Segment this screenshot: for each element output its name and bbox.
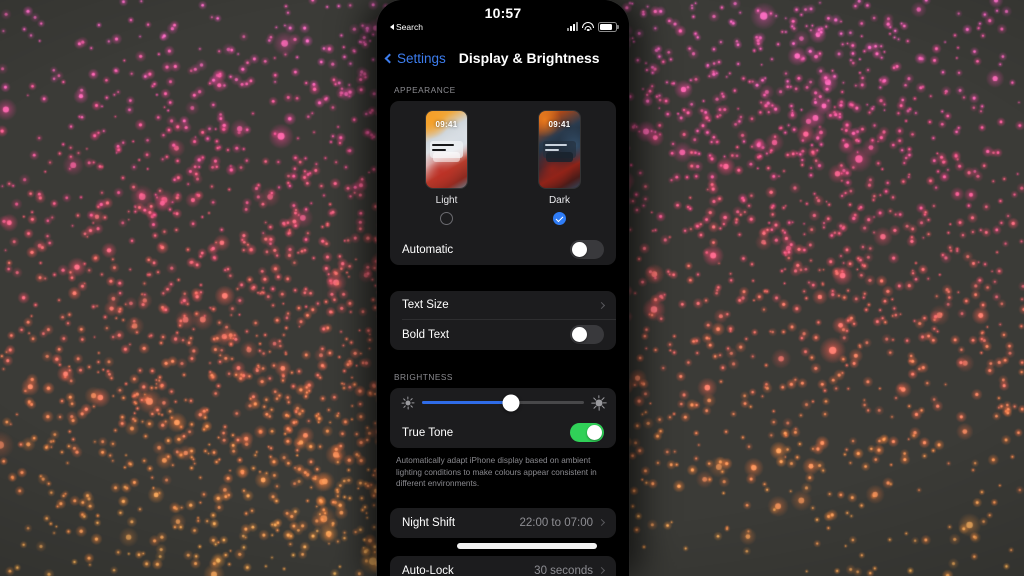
drag-handle-overlay[interactable] [457,543,597,549]
dark-mode-radio-checked[interactable] [553,212,566,225]
light-text-line-2 [432,149,446,152]
automatic-label: Automatic [402,243,454,256]
phone-screen: 10:57 Search Settings Display & Brightne… [377,0,629,576]
navigation-bar: Settings Display & Brightness [377,44,629,76]
appearance-option-dark[interactable]: 09:41 Dark [539,111,580,225]
auto-lock-label: Auto-Lock [402,564,454,576]
brightness-slider[interactable] [422,394,584,411]
bold-text-label: Bold Text [402,328,450,341]
dark-preview-time: 09:41 [548,120,571,129]
brightness-low-icon [401,396,414,409]
back-triangle-icon [390,24,394,30]
text-settings-card: Text Size Bold Text [390,291,616,350]
chevron-right-icon [597,519,606,527]
dark-mode-preview[interactable]: 09:41 [539,111,580,188]
bold-text-toggle[interactable] [570,325,604,344]
brightness-slider-row[interactable] [390,388,616,417]
brightness-card: True Tone [390,388,616,448]
phone-device-frame: 10:57 Search Settings Display & Brightne… [377,0,629,576]
light-notification-card-2 [433,152,460,162]
light-preview-time: 09:41 [435,120,458,129]
dark-mode-label: Dark [548,195,571,206]
brightness-section-header: BRIGHTNESS [394,372,453,382]
true-tone-row[interactable]: True Tone [390,417,616,448]
night-shift-card: Night Shift 22:00 to 07:00 [390,507,616,538]
cellular-signal-icon [567,22,578,32]
true-tone-description: Automatically adapt iPhone display based… [396,456,597,489]
appearance-previews: 09:41 Light 09:41 Dark [390,101,616,234]
status-bar-indicators [567,22,617,32]
auto-lock-card: Auto-Lock 30 seconds [390,555,616,576]
text-size-label: Text Size [402,299,449,311]
dark-text-line-2 [545,149,559,152]
appearance-section-header: APPEARANCE [394,85,456,95]
light-mode-radio[interactable] [440,212,453,225]
battery-icon [598,22,617,32]
text-size-row[interactable]: Text Size [390,291,616,319]
page-title: Display & Brightness [458,50,600,66]
chevron-right-icon [597,567,606,575]
appearance-card: 09:41 Light 09:41 Dark Automatic [390,101,616,265]
automatic-row[interactable]: Automatic [390,234,616,265]
bold-text-row[interactable]: Bold Text [390,319,616,350]
brightness-slider-knob[interactable] [502,394,520,411]
settings-content: APPEARANCE 09:41 Light 09:41 Dark Automa… [377,76,629,576]
true-tone-toggle[interactable] [570,423,604,442]
status-bar-time: 10:57 [484,5,522,21]
back-to-settings-button[interactable]: Settings [384,50,446,66]
auto-lock-row[interactable]: Auto-Lock 30 seconds [390,556,616,576]
status-bar: 10:57 Search [377,0,629,44]
dark-text-line-1 [545,144,567,147]
appearance-option-light[interactable]: 09:41 Light [426,111,467,225]
night-shift-row[interactable]: Night Shift 22:00 to 07:00 [390,508,616,538]
automatic-toggle[interactable] [570,240,604,259]
chevron-right-icon [597,301,606,309]
dark-notification-card-2 [546,152,573,162]
status-bar-back-to-search[interactable]: Search [390,22,423,32]
brightness-high-icon [590,394,607,411]
back-button-label: Settings [397,50,446,66]
wifi-icon [582,22,594,32]
night-shift-label: Night Shift [402,516,456,529]
night-shift-value: 22:00 to 07:00 [519,516,593,529]
brightness-slider-fill [422,401,512,404]
light-mode-label: Light [435,195,458,206]
true-tone-label: True Tone [402,426,454,439]
chevron-left-icon [384,53,395,63]
status-bar-back-label: Search [396,22,423,32]
light-mode-preview[interactable]: 09:41 [426,111,467,188]
auto-lock-value: 30 seconds [534,564,593,576]
light-text-line-1 [432,144,454,147]
